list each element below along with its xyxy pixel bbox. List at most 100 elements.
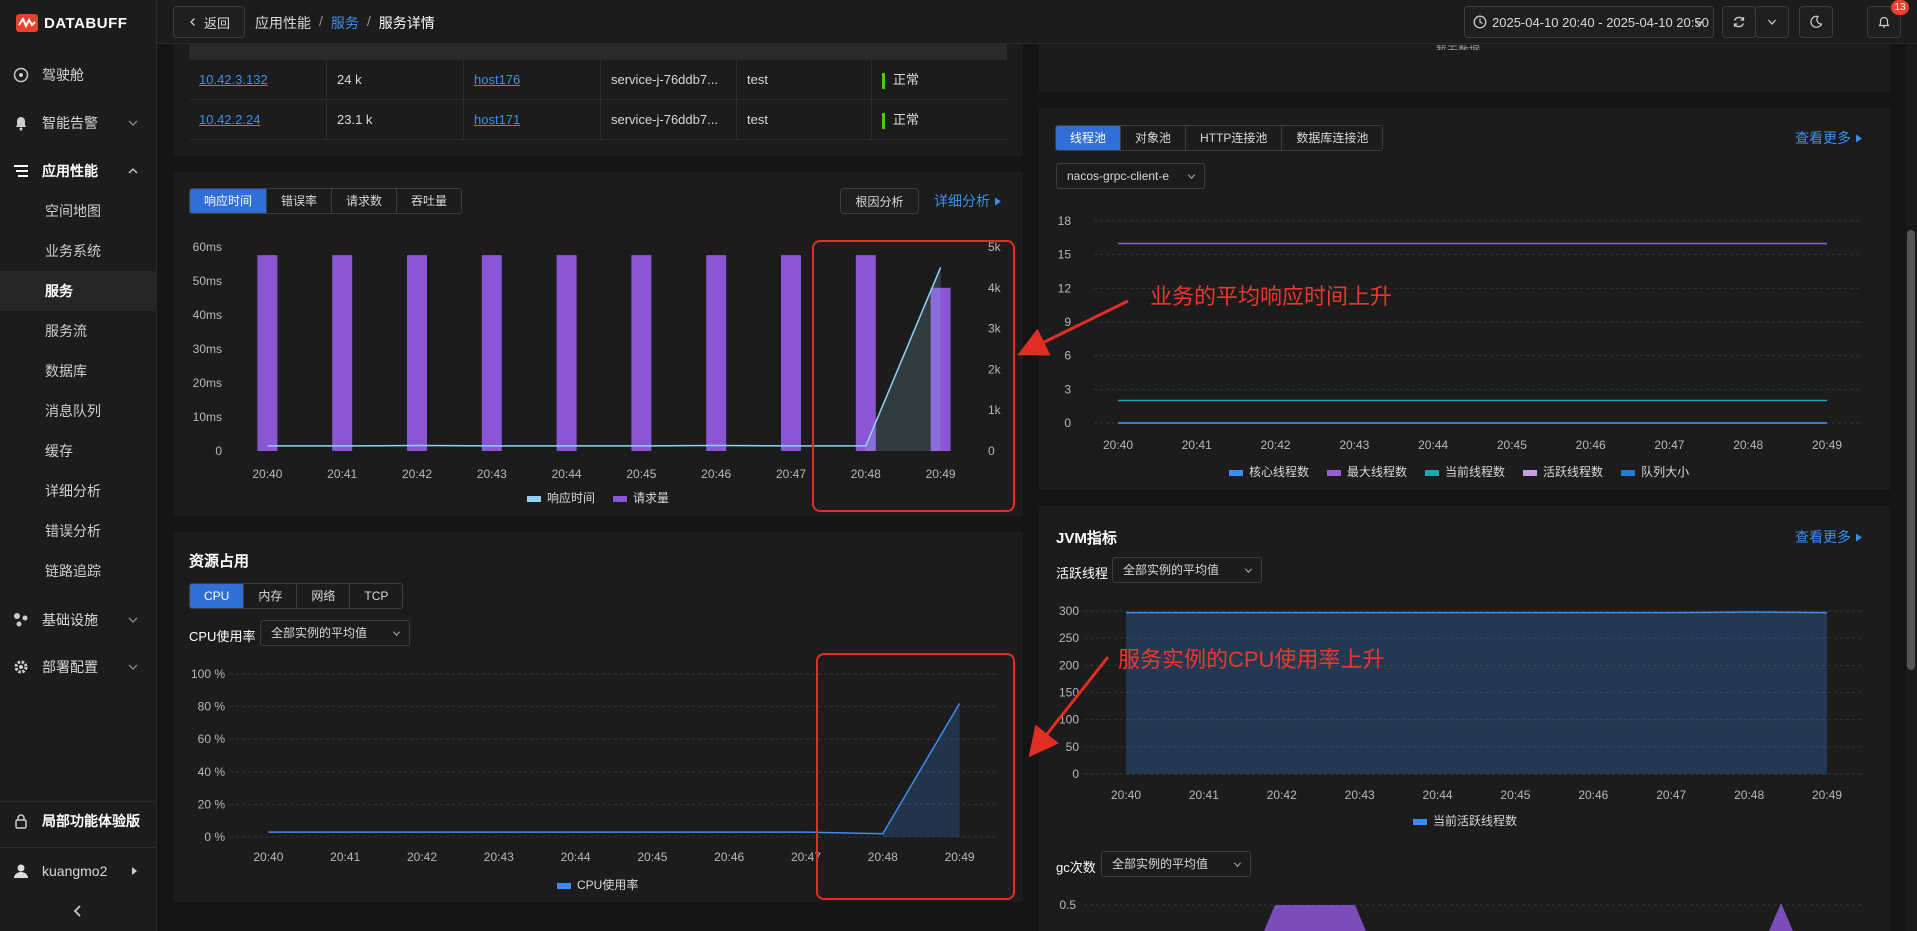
legend-requests[interactable]: 请求量 <box>613 489 669 506</box>
nav-sub-tracing[interactable]: 链路追踪 <box>0 551 157 591</box>
nav-sub-business[interactable]: 业务系统 <box>0 231 157 271</box>
back-button[interactable]: 返回 <box>173 6 245 38</box>
cell-host[interactable]: host171 <box>464 100 601 140</box>
legend-label: 核心线程数 <box>1249 465 1310 479</box>
nav-item-cockpit[interactable]: 驾驶舱 <box>0 57 157 93</box>
legend-swatch <box>1413 818 1427 825</box>
legend-swatch <box>1229 469 1243 476</box>
y-tick-label: 9 <box>1064 315 1071 329</box>
tab-cpu[interactable]: CPU <box>190 584 245 608</box>
nav-sub-mq[interactable]: 消息队列 <box>0 391 157 431</box>
breadcrumb-apm[interactable]: 应用性能 <box>255 13 311 33</box>
table-row[interactable]: 10.42.2.24 23.1 k host171 service-j-76dd… <box>189 100 1007 140</box>
x-tick-label: 20:45 <box>1497 438 1527 452</box>
tab-error-rate[interactable]: 错误率 <box>267 189 333 213</box>
pool-select[interactable]: nacos-grpc-client-e <box>1056 163 1205 189</box>
refresh-interval-dropdown[interactable] <box>1755 6 1789 38</box>
legend-current-threads[interactable]: 当前线程数 <box>1425 463 1505 480</box>
legend-active-threads[interactable]: 活跃线程数 <box>1523 463 1603 480</box>
y-tick-label: 20 % <box>198 797 226 811</box>
cell-status: 正常 <box>872 100 1007 140</box>
table-row[interactable]: 10.42.3.132 24 k host176 service-j-76ddb… <box>189 60 1007 100</box>
nav-sub-cache[interactable]: 缓存 <box>0 431 157 471</box>
gc-count-select[interactable]: 全部实例的平均值 <box>1101 851 1251 877</box>
tab-throughput[interactable]: 吞吐量 <box>397 189 461 213</box>
dashboard-icon <box>12 66 30 84</box>
active-threads-chart[interactable]: 300 250 200 150 100 50 0 20:40 20:41 20:42 20:43 20… <box>1039 595 1890 810</box>
legend-max-threads[interactable]: 最大线程数 <box>1327 463 1407 480</box>
y-tick-label: 0.5 <box>1059 898 1076 912</box>
legend-swatch <box>1523 469 1538 476</box>
nav-item-infra[interactable]: 基础设施 <box>0 602 157 638</box>
tab-thread-pool[interactable]: 线程池 <box>1056 126 1122 150</box>
trial-version[interactable]: 局部功能体验版 <box>0 803 157 839</box>
resource-tabs: CPU 内存 网络 TCP <box>189 583 404 609</box>
ip-link[interactable]: 10.42.2.24 <box>199 112 260 127</box>
chevron-down-icon <box>392 631 401 637</box>
nav-sub-database[interactable]: 数据库 <box>0 351 157 391</box>
x-tick-label: 20:41 <box>1182 438 1212 452</box>
legend-swatch <box>1327 469 1342 476</box>
y-tick-label: 6 <box>1064 349 1071 363</box>
tab-tcp[interactable]: TCP <box>350 584 402 608</box>
tab-memory[interactable]: 内存 <box>244 584 298 608</box>
request-bar <box>631 255 652 451</box>
refresh-button[interactable] <box>1722 6 1756 38</box>
scrollbar-thumb[interactable] <box>1907 230 1915 670</box>
caret-right-icon <box>1855 134 1862 143</box>
nav-item-apm[interactable]: 应用性能 <box>0 153 157 189</box>
tab-object-pool[interactable]: 对象池 <box>1121 126 1187 150</box>
nav-item-deploy[interactable]: 部署配置 <box>0 649 157 685</box>
cell-ip[interactable]: 10.42.2.24 <box>189 100 327 140</box>
breadcrumb-service[interactable]: 服务 <box>331 13 359 33</box>
gc-count-chart[interactable]: 0.5 <box>1039 890 1890 931</box>
legend-core-threads[interactable]: 核心线程数 <box>1229 463 1309 480</box>
back-label: 返回 <box>203 15 230 31</box>
thread-pool-chart[interactable]: 18 15 12 9 6 3 0 20:40 20:41 20:42 20:43 20:44 20:45… <box>1039 205 1890 460</box>
legend-response-time[interactable]: 响应时间 <box>527 489 595 506</box>
cell-ip[interactable]: 10.42.3.132 <box>189 60 327 100</box>
tab-http-pool[interactable]: HTTP连接池 <box>1186 126 1283 150</box>
detail-analysis-link[interactable]: 详细分析 <box>934 191 1002 211</box>
y-tick-label: 18 <box>1058 214 1072 228</box>
x-tick-label: 20:40 <box>1111 788 1141 802</box>
active-threads-select[interactable]: 全部实例的平均值 <box>1112 557 1262 583</box>
collapse-sidebar-icon[interactable] <box>71 904 85 918</box>
host-link[interactable]: host171 <box>474 112 520 127</box>
logo[interactable]: DATABUFF <box>16 10 127 36</box>
nav-sub-service[interactable]: 服务 <box>0 271 157 311</box>
x-tick-label: 20:44 <box>552 467 582 481</box>
pool-tabs: 线程池 对象池 HTTP连接池 数据库连接池 <box>1055 125 1384 151</box>
host-link[interactable]: host176 <box>474 72 520 87</box>
cpu-instance-select[interactable]: 全部实例的平均值 <box>260 620 410 646</box>
tab-requests[interactable]: 请求数 <box>332 189 398 213</box>
legend-cpu[interactable]: CPU使用率 <box>557 876 638 893</box>
annotation-response-time: 业务的平均响应时间上升 <box>1150 284 1393 309</box>
tab-network[interactable]: 网络 <box>297 584 351 608</box>
nav-sub-space-map[interactable]: 空间地图 <box>0 191 157 231</box>
theme-toggle-button[interactable] <box>1799 6 1833 38</box>
jvm-more-link[interactable]: 查看更多 <box>1795 527 1863 547</box>
nav-item-alerts[interactable]: 智能告警 <box>0 105 157 141</box>
tab-db-pool[interactable]: 数据库连接池 <box>1282 126 1382 150</box>
nav-sub-service-flow[interactable]: 服务流 <box>0 311 157 351</box>
status-indicator <box>882 112 885 129</box>
ip-link[interactable]: 10.42.3.132 <box>199 72 268 87</box>
tab-response-time[interactable]: 响应时间 <box>190 189 268 213</box>
user-menu[interactable]: kuangmo2 <box>0 853 157 889</box>
detail-analysis-label: 详细分析 <box>934 193 990 209</box>
x-tick-label: 20:42 <box>1267 788 1297 802</box>
time-range-picker[interactable]: 2025-04-10 20:40 - 2025-04-10 20:50 <box>1464 6 1714 38</box>
legend-active-current[interactable]: 当前活跃线程数 <box>1413 812 1517 829</box>
cell-env: test <box>737 100 872 140</box>
legend-queue-size[interactable]: 队列大小 <box>1621 463 1689 480</box>
cell-host[interactable]: host176 <box>464 60 601 100</box>
pool-more-link[interactable]: 查看更多 <box>1795 128 1863 148</box>
sidebar-divider <box>0 801 157 802</box>
y-tick-label: 150 <box>1059 686 1079 700</box>
root-cause-button[interactable]: 根因分析 <box>840 188 919 214</box>
nav-sub-error-analysis[interactable]: 错误分析 <box>0 511 157 551</box>
nav-sub-detail-analysis[interactable]: 详细分析 <box>0 471 157 511</box>
nav-label: 智能告警 <box>42 115 98 131</box>
y-tick-label: 3 <box>1064 382 1071 396</box>
